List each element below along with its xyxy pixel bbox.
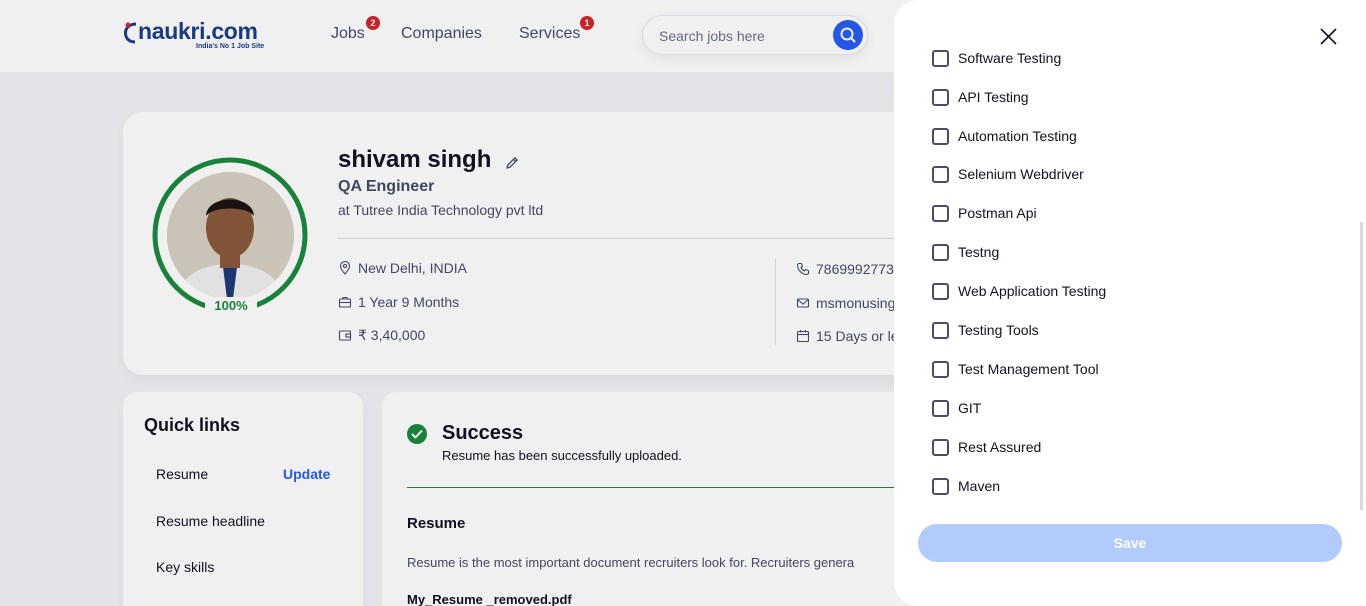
skill-checkbox[interactable] (932, 283, 949, 300)
skill-checkbox[interactable] (932, 478, 949, 495)
skill-label: Testing Tools (958, 322, 1039, 338)
skill-checkbox[interactable] (932, 244, 949, 261)
save-button[interactable]: Save (918, 524, 1342, 562)
skill-option[interactable]: Maven (932, 477, 1292, 497)
skill-checkbox[interactable] (932, 89, 949, 106)
skill-option[interactable]: Testng (932, 243, 1292, 263)
skill-option[interactable]: API Testing (932, 88, 1292, 108)
skill-label: Rest Assured (958, 439, 1042, 455)
skill-option[interactable]: Test Management Tool (932, 360, 1292, 380)
skill-option[interactable]: Selenium Webdriver (932, 165, 1292, 185)
skill-checkbox[interactable] (932, 400, 949, 417)
skill-option[interactable]: Rest Assured (932, 438, 1292, 458)
skill-option[interactable]: GIT (932, 399, 1292, 419)
skill-option-partial[interactable]: Software Testing (932, 49, 1292, 69)
key-skills-drawer: Software Testing API Testing Automation … (894, 0, 1366, 606)
skill-label: API Testing (958, 89, 1029, 105)
close-icon[interactable] (1320, 28, 1337, 45)
skill-label: GIT (958, 400, 982, 416)
skill-checkbox[interactable] (932, 128, 949, 145)
skill-option[interactable]: Web Application Testing (932, 282, 1292, 302)
skill-checkbox[interactable] (932, 166, 949, 183)
skill-option[interactable]: Testing Tools (932, 321, 1292, 341)
skill-label: Maven (958, 478, 1001, 494)
skill-label: Test Management Tool (958, 361, 1099, 377)
skill-checkbox[interactable] (932, 322, 949, 339)
skill-option[interactable]: Postman Api (932, 204, 1292, 224)
drawer-footer: Save (894, 510, 1366, 606)
skill-checkbox[interactable] (932, 361, 949, 378)
skill-checkbox[interactable] (932, 439, 949, 456)
skill-label: Web Application Testing (958, 283, 1107, 299)
skill-label: Postman Api (958, 205, 1037, 221)
skill-label: Testng (958, 244, 1000, 260)
skill-checkbox[interactable] (932, 205, 949, 222)
skill-label: Selenium Webdriver (958, 166, 1084, 182)
skill-label: Software Testing (958, 50, 1062, 66)
drawer-scrollbar[interactable] (1360, 222, 1363, 512)
skill-option[interactable]: Automation Testing (932, 127, 1292, 147)
skill-checkbox[interactable] (932, 50, 949, 67)
skill-label: Automation Testing (958, 128, 1077, 144)
